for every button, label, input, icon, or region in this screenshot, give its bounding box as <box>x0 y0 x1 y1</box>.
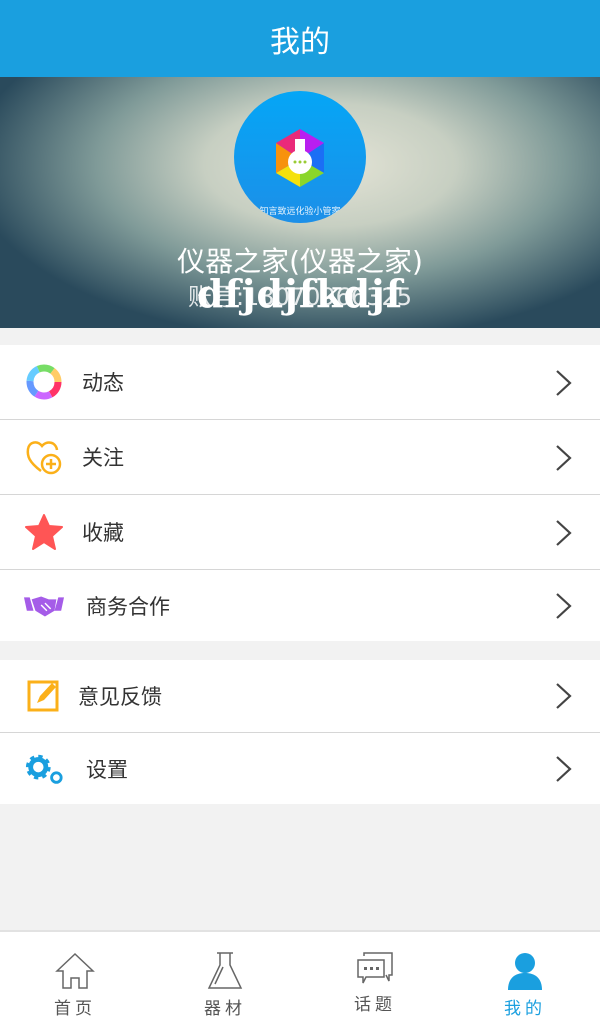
nav-tab-mine[interactable]: 我的 <box>450 932 600 1022</box>
menu-label: 意见反馈 <box>78 685 162 709</box>
chevron-right-icon <box>556 370 572 396</box>
nav-tab-equipment[interactable]: 器材 <box>150 932 300 1022</box>
home-icon <box>55 952 95 989</box>
menu-item-feedback[interactable]: 意见反馈 <box>0 660 600 733</box>
menu-label: 商务合作 <box>86 594 170 619</box>
menu-item-dynamics[interactable]: 动态 <box>0 345 600 420</box>
menu-group-main: 动态 关注 收藏 商务合作 <box>0 345 600 641</box>
heart-plus-icon <box>24 437 64 477</box>
menu-item-business[interactable]: 商务合作 <box>0 570 600 641</box>
menu-group-secondary: 意见反馈 设置 <box>0 660 600 804</box>
chat-icon <box>357 952 393 984</box>
user-signature: dfjdjfkdjf <box>196 271 404 316</box>
menu-label: 动态 <box>82 371 124 395</box>
chevron-right-icon <box>556 683 572 709</box>
nav-label: 首页 <box>54 999 96 1019</box>
menu-item-settings[interactable]: 设置 <box>0 733 600 804</box>
avatar[interactable]: 知言致远化验小管家 <box>234 91 366 223</box>
nav-label: 器材 <box>204 999 246 1019</box>
chevron-right-icon <box>556 593 572 619</box>
app-logo-icon <box>276 129 324 187</box>
chevron-right-icon <box>556 756 572 782</box>
user-icon <box>508 953 542 990</box>
flask-icon <box>207 952 243 989</box>
handshake-icon <box>24 586 64 626</box>
menu-item-follow[interactable]: 关注 <box>0 420 600 495</box>
nav-tab-home[interactable]: 首页 <box>0 932 150 1022</box>
page-header: 我的 <box>0 0 600 77</box>
profile-banner: 知言致远化验小管家 仪器之家(仪器之家) 账号:13070966325 dfjd… <box>0 77 600 328</box>
menu-item-favorites[interactable]: 收藏 <box>0 495 600 570</box>
menu-label: 设置 <box>86 757 128 782</box>
bottom-nav: 首页 器材 话题 我的 <box>0 930 600 1022</box>
ring-icon <box>24 362 64 402</box>
nav-label: 我的 <box>504 999 546 1019</box>
chevron-right-icon <box>556 445 572 471</box>
nav-label: 话题 <box>354 995 396 1015</box>
gear-icon <box>24 749 64 789</box>
avatar-caption: 知言致远化验小管家 <box>259 207 341 217</box>
edit-icon <box>24 676 64 716</box>
menu-label: 关注 <box>82 446 124 470</box>
star-icon <box>24 512 64 552</box>
page-title: 我的 <box>270 24 330 60</box>
chevron-right-icon <box>556 520 572 546</box>
nav-tab-topics[interactable]: 话题 <box>300 932 450 1022</box>
menu-label: 收藏 <box>82 521 124 545</box>
